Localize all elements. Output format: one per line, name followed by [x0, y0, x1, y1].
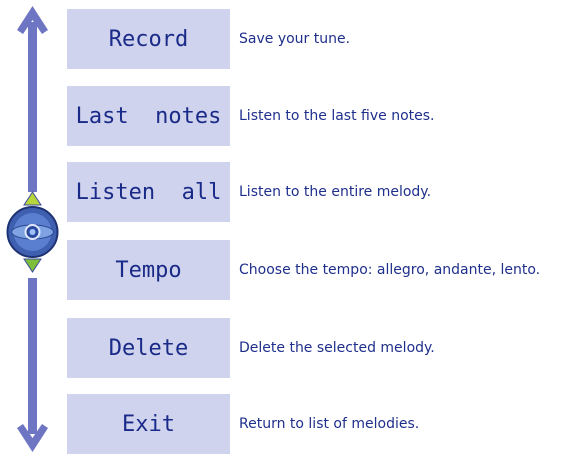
delete-description: Delete the selected melody. — [239, 340, 435, 356]
joystick-up-icon — [23, 191, 42, 206]
listen-all-description: Listen to the entire melody. — [239, 184, 432, 200]
record-description: Save your tune. — [239, 31, 351, 47]
tempo-description: Choose the tempo: allegro, andante, lent… — [239, 262, 541, 278]
arrow-shaft-top — [28, 22, 37, 192]
last-notes-button[interactable]: Last notes — [67, 86, 230, 146]
exit-button[interactable]: Exit — [67, 394, 230, 454]
exit-description: Return to list of melodies. — [239, 416, 420, 432]
record-button[interactable]: Record — [67, 9, 230, 69]
delete-button[interactable]: Delete — [67, 318, 230, 378]
tempo-button[interactable]: Tempo — [67, 240, 230, 300]
navigation-joystick-icon[interactable] — [6, 191, 59, 273]
last-notes-description: Listen to the last five notes. — [239, 108, 435, 124]
arrow-shaft-bottom — [28, 278, 37, 434]
listen-all-button[interactable]: Listen all — [67, 162, 230, 222]
navigation-scroll-arrow — [6, 6, 59, 452]
joystick-down-icon — [23, 258, 42, 273]
